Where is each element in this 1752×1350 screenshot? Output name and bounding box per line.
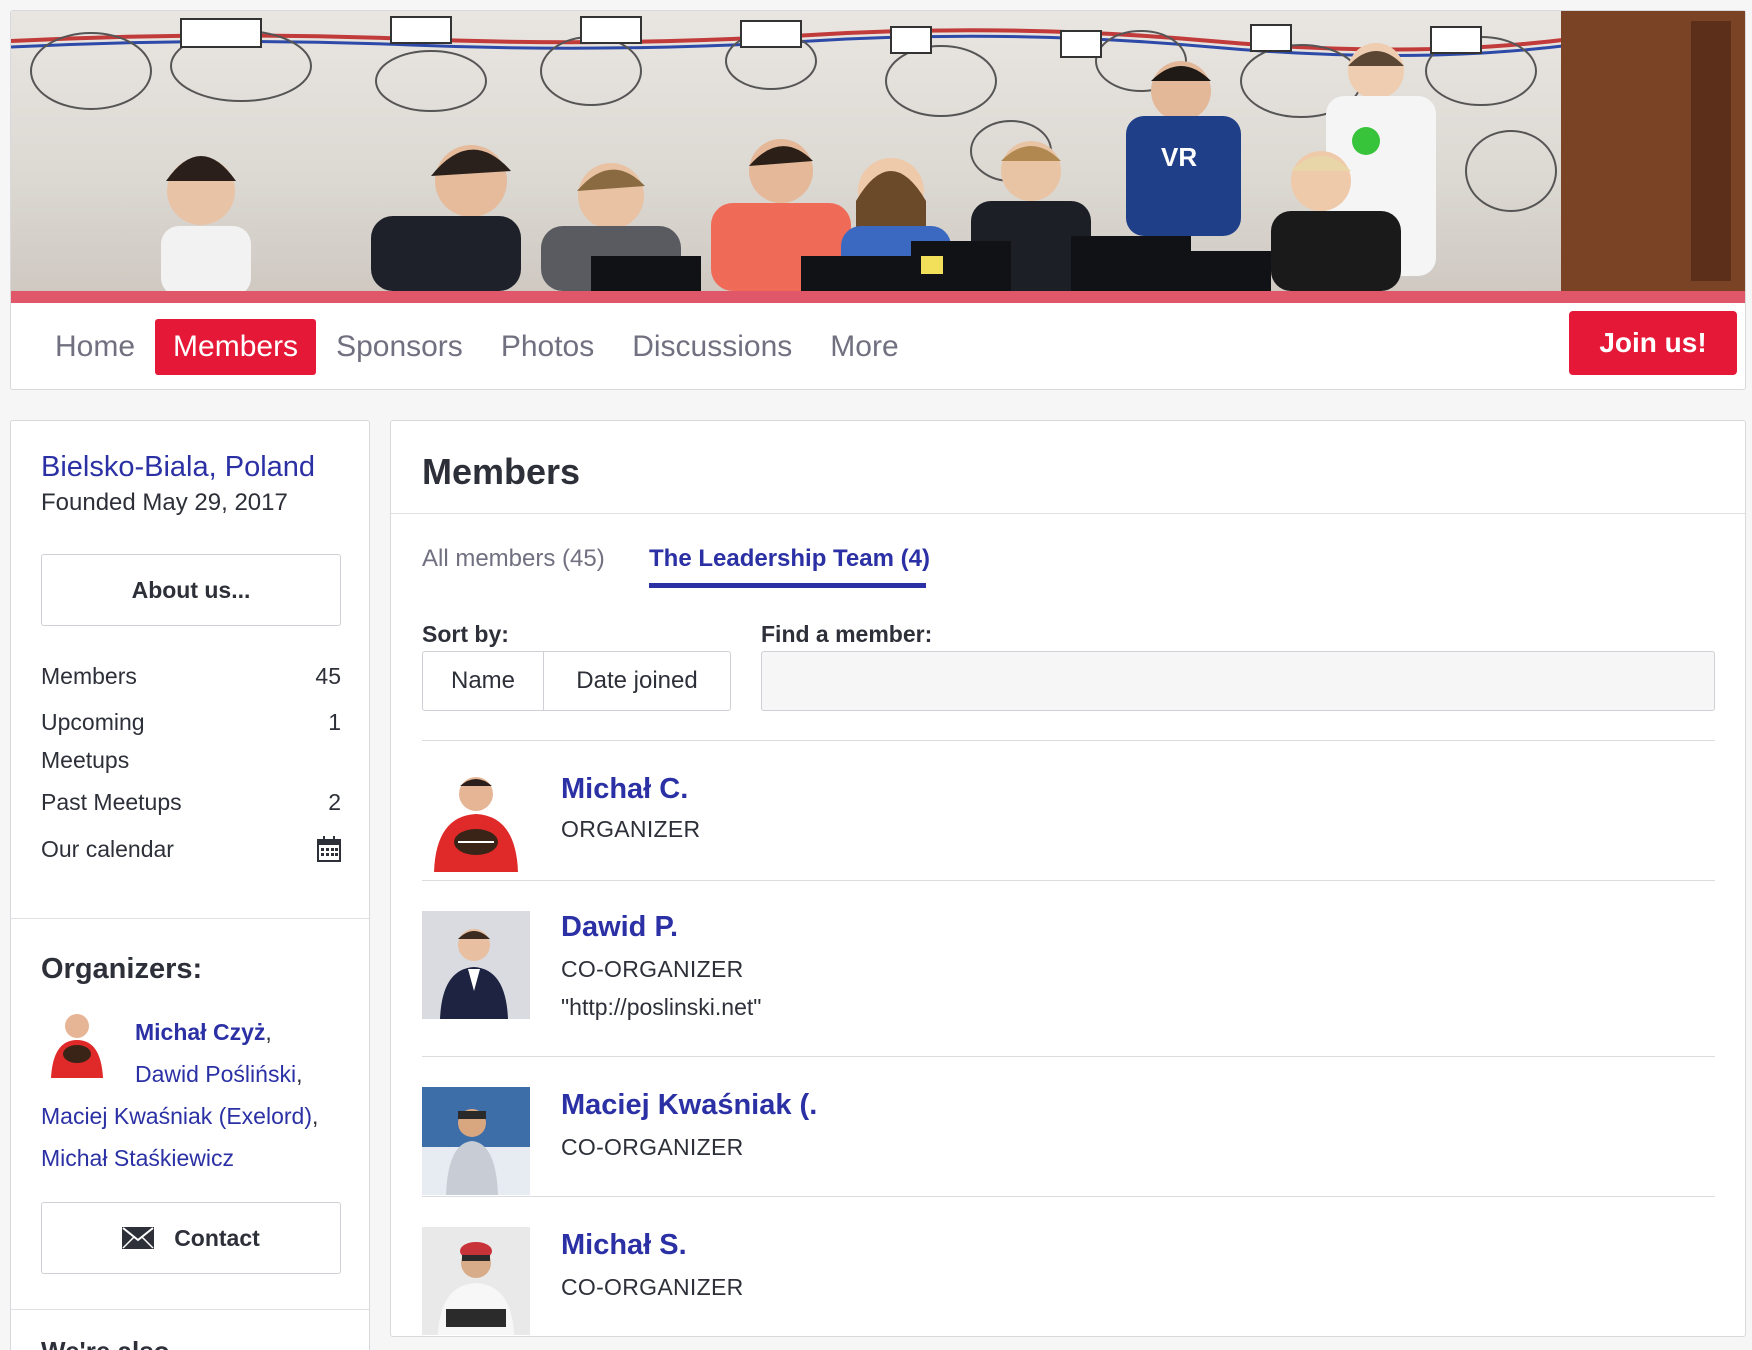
tab-leadership-team[interactable]: The Leadership Team (4) xyxy=(649,545,930,573)
member-name-link[interactable]: Michał C. xyxy=(561,773,688,806)
organizer-link[interactable]: Maciej Kwaśniak (Exelord) xyxy=(41,1103,312,1129)
group-location-link[interactable]: Bielsko-Biala, Poland xyxy=(41,451,315,484)
member-avatar[interactable] xyxy=(422,1087,530,1195)
member-name-link[interactable]: Dawid P. xyxy=(561,911,678,944)
stat-upcoming[interactable]: Upcoming Meetups 1 xyxy=(41,703,341,779)
stat-past[interactable]: Past Meetups 2 xyxy=(41,783,341,821)
stat-members[interactable]: Members 45 xyxy=(41,657,341,695)
tab-all-members[interactable]: All members (45) xyxy=(422,545,605,573)
member-role: ORGANIZER xyxy=(561,816,701,842)
find-member-input[interactable] xyxy=(761,651,1715,711)
stat-members-value: 45 xyxy=(315,663,341,689)
calendar-icon[interactable] xyxy=(317,836,341,862)
sort-by-name-button[interactable]: Name xyxy=(423,652,544,710)
title-divider xyxy=(391,513,1745,514)
stat-calendar-label: Our calendar xyxy=(41,836,174,862)
group-header: VR Home Members Sponsors Photos Discussi… xyxy=(10,10,1746,390)
member-name-link[interactable]: Michał S. xyxy=(561,1229,687,1262)
list-divider xyxy=(422,1056,1715,1057)
nav-discussions[interactable]: Discussions xyxy=(614,319,810,375)
banner-illustration: VR xyxy=(11,11,1745,291)
member-role: CO-ORGANIZER xyxy=(561,1134,744,1160)
find-member-label: Find a member: xyxy=(761,621,933,647)
group-nav: Home Members Sponsors Photos Discussions… xyxy=(37,313,919,381)
members-panel: Members All members (45) The Leadership … xyxy=(390,420,1746,1337)
sort-toggle: Name Date joined xyxy=(422,651,731,711)
nav-more[interactable]: More xyxy=(812,319,916,375)
active-tab-indicator xyxy=(649,583,926,588)
organizer-link[interactable]: Dawid Pośliński xyxy=(135,1061,296,1087)
member-name-link[interactable]: Maciej Kwaśniak (. xyxy=(561,1089,817,1122)
stat-past-label: Past Meetups xyxy=(41,789,182,815)
member-role: CO-ORGANIZER xyxy=(561,1274,744,1300)
contact-button[interactable]: Contact xyxy=(41,1202,341,1274)
stat-upcoming-value: 1 xyxy=(328,709,341,735)
stat-past-value: 2 xyxy=(328,789,341,815)
page-title: Members xyxy=(422,451,581,492)
about-button[interactable]: About us... xyxy=(41,554,341,626)
member-avatar[interactable] xyxy=(422,764,530,872)
group-sidebar: Bielsko-Biala, Poland Founded May 29, 20… xyxy=(10,420,370,1350)
founded-date: Founded May 29, 2017 xyxy=(41,489,288,516)
member-avatar[interactable] xyxy=(422,1227,530,1335)
group-banner-photo: VR xyxy=(11,11,1745,303)
sort-by-date-button[interactable]: Date joined xyxy=(544,652,730,710)
svg-text:VR: VR xyxy=(1161,142,1197,172)
sidebar-section-title: We're also... xyxy=(41,1336,191,1350)
stat-members-label: Members xyxy=(41,663,137,689)
list-divider xyxy=(422,740,1715,741)
stat-upcoming-label: Upcoming Meetups xyxy=(41,709,145,773)
sidebar-divider xyxy=(11,1309,369,1310)
nav-sponsors[interactable]: Sponsors xyxy=(318,319,481,375)
organizers-list: Michał Czyż, Dawid Pośliński, Maciej Kwa… xyxy=(41,1019,319,1171)
organizer-link[interactable]: Michał Czyż xyxy=(135,1019,265,1045)
organizers-title: Organizers: xyxy=(41,953,203,985)
stat-calendar[interactable]: Our calendar xyxy=(41,830,341,868)
envelope-icon xyxy=(122,1227,155,1249)
member-bio: "http://poslinski.net" xyxy=(561,994,762,1020)
nav-home[interactable]: Home xyxy=(37,319,153,375)
organizer-link[interactable]: Michał Staśkiewicz xyxy=(41,1145,234,1171)
member-role: CO-ORGANIZER xyxy=(561,956,744,982)
nav-members[interactable]: Members xyxy=(155,319,317,375)
contact-label: Contact xyxy=(174,1224,260,1251)
list-divider xyxy=(422,1196,1715,1197)
join-button[interactable]: Join us! xyxy=(1569,311,1737,375)
list-divider xyxy=(422,880,1715,881)
sort-label: Sort by: xyxy=(422,621,509,647)
member-avatar[interactable] xyxy=(422,911,530,1019)
nav-photos[interactable]: Photos xyxy=(483,319,612,375)
sidebar-divider xyxy=(11,918,369,919)
